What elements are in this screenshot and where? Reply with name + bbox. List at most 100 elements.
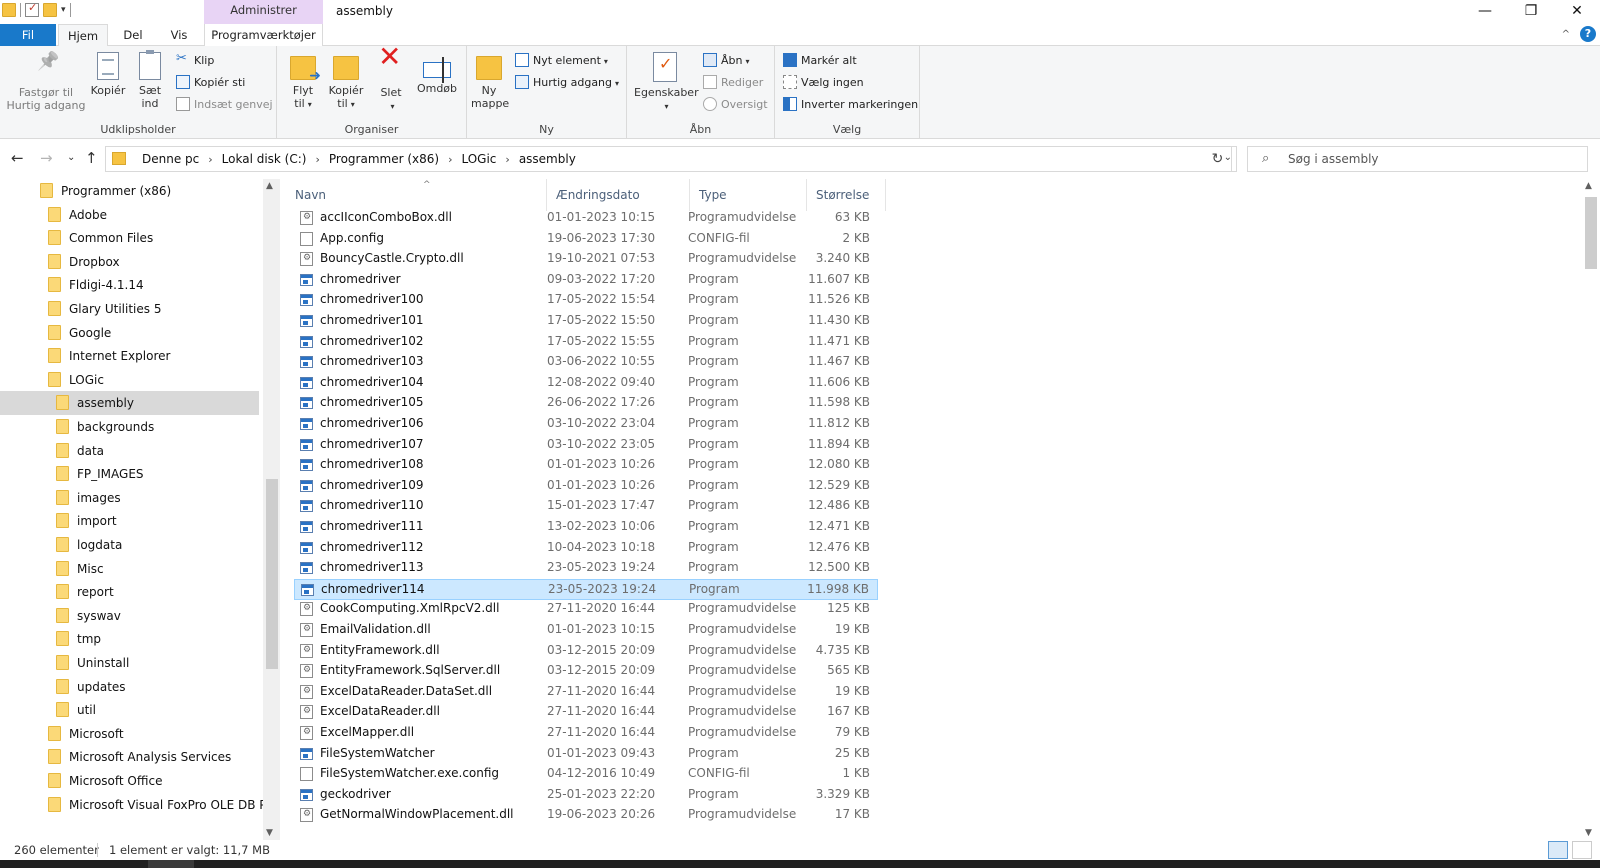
new-folder-icon[interactable] <box>43 3 57 17</box>
easy-access-button[interactable]: Hurtig adgang ▾ <box>515 74 619 92</box>
large-icons-view-icon[interactable] <box>1572 841 1592 859</box>
file-row[interactable]: chromedriver111 13-02-2023 10:06 Program 12… <box>294 517 878 538</box>
file-row[interactable]: FileSystemWatcher.exe.config 04-12-2016 1… <box>294 764 878 785</box>
select-all-button[interactable]: Markér alt <box>783 52 857 70</box>
collapse-ribbon-icon[interactable]: ^ <box>1562 29 1570 40</box>
address-bar[interactable]: Denne pc › Lokal disk (C:) › Programmer (x86… <box>105 146 1237 172</box>
forward-arrow-icon[interactable]: → <box>40 149 53 167</box>
properties-check-icon[interactable] <box>25 1 39 17</box>
file-row[interactable]: ExcelDataReader.DataSet.dll 27-11-2020 16… <box>294 682 878 703</box>
scroll-up-arrow-icon[interactable]: ▲ <box>1585 181 1592 191</box>
nav-item[interactable]: FP_IMAGES <box>56 462 144 486</box>
scroll-down-arrow-icon[interactable]: ▼ <box>1585 828 1592 838</box>
column-header-size[interactable]: Størrelse <box>807 179 886 211</box>
rename-button[interactable]: Omdøb <box>415 52 459 95</box>
cut-button[interactable]: Klip <box>176 50 214 70</box>
file-row[interactable]: chromedriver101 17-05-2022 15:50 Program 11… <box>294 311 878 332</box>
breadcrumb-separator-icon[interactable]: › <box>315 153 319 166</box>
nav-item[interactable]: tmp <box>56 627 101 651</box>
delete-button[interactable]: Slet ▾ <box>375 50 407 113</box>
breadcrumb-item[interactable]: Programmer (x86) <box>329 152 439 166</box>
breadcrumb-separator-icon[interactable]: › <box>505 153 509 166</box>
file-row[interactable]: chromedriver105 26-06-2022 17:26 Program 11… <box>294 393 878 414</box>
search-input[interactable] <box>1288 150 1578 168</box>
breadcrumb-item[interactable]: Denne pc <box>142 152 199 166</box>
file-row[interactable]: chromedriver112 10-04-2023 10:18 Program 12… <box>294 538 878 559</box>
file-row[interactable]: chromedriver 09-03-2022 17:20 Program 11.60… <box>294 270 878 291</box>
recent-locations-chevron-icon[interactable]: ⌄ <box>67 152 75 163</box>
back-arrow-icon[interactable]: ← <box>11 149 24 167</box>
file-row[interactable]: chromedriver106 03-10-2022 23:04 Program 11… <box>294 414 878 435</box>
file-row[interactable]: chromedriver100 17-05-2022 15:54 Program 11… <box>294 290 878 311</box>
nav-item[interactable]: syswav <box>56 604 121 628</box>
pin-quick-access-button[interactable]: Fastgør til Hurtig adgang <box>6 52 86 112</box>
select-none-button[interactable]: Vælg ingen <box>783 74 864 92</box>
nav-item[interactable]: updates <box>56 675 126 699</box>
nav-item[interactable]: logdata <box>56 533 122 557</box>
file-row[interactable]: chromedriver113 23-05-2023 19:24 Program 12… <box>294 558 878 579</box>
nav-item[interactable]: backgrounds <box>56 415 154 439</box>
new-folder-button[interactable]: Ny mappe <box>471 52 509 110</box>
file-row[interactable]: accIIconComboBox.dll 01-01-2023 10:15 Prog… <box>294 208 878 229</box>
file-row[interactable]: EntityFramework.SqlServer.dll 03-12-2015 … <box>294 661 878 682</box>
file-row[interactable]: chromedriver107 03-10-2022 23:05 Program 11… <box>294 435 878 456</box>
nav-item[interactable]: Programmer (x86) <box>40 179 171 203</box>
nav-item[interactable]: Fldigi-4.1.14 <box>48 273 144 297</box>
nav-item[interactable]: Microsoft <box>48 722 124 746</box>
history-button[interactable]: Oversigt <box>703 96 768 114</box>
invert-selection-button[interactable]: Inverter markeringen <box>783 96 918 114</box>
file-row[interactable]: chromedriver102 17-05-2022 15:55 Program 11… <box>294 332 878 353</box>
file-row[interactable]: chromedriver110 15-01-2023 17:47 Program 12… <box>294 496 878 517</box>
scroll-up-arrow-icon[interactable]: ▲ <box>266 181 273 191</box>
new-item-button[interactable]: Nyt element ▾ <box>515 52 608 70</box>
scrollbar-thumb[interactable] <box>1585 197 1597 269</box>
file-row[interactable]: chromedriver114 23-05-2023 19:24 Program 11… <box>294 578 878 600</box>
nav-item[interactable]: Glary Utilities 5 <box>48 297 161 321</box>
minimize-button[interactable]: — <box>1462 0 1508 22</box>
file-row[interactable]: GetNormalWindowPlacement.dll 19-06-2023 2… <box>294 805 878 826</box>
nav-item[interactable]: Common Files <box>48 226 153 250</box>
breadcrumb-item[interactable]: assembly <box>519 152 576 166</box>
nav-item[interactable]: images <box>56 486 121 510</box>
scrollbar-thumb[interactable] <box>266 479 278 669</box>
nav-item[interactable]: data <box>56 439 104 463</box>
scroll-down-arrow-icon[interactable]: ▼ <box>266 828 273 838</box>
breadcrumb-item[interactable]: LOGic <box>461 152 496 166</box>
details-view-icon[interactable] <box>1548 841 1568 859</box>
nav-item[interactable]: report <box>56 580 114 604</box>
file-row[interactable]: chromedriver103 03-06-2022 10:55 Program 11… <box>294 352 878 373</box>
file-row[interactable]: chromedriver108 01-01-2023 10:26 Program 12… <box>294 455 878 476</box>
close-button[interactable]: ✕ <box>1554 0 1600 22</box>
nav-item[interactable]: util <box>56 698 96 722</box>
file-row[interactable]: chromedriver109 01-01-2023 10:26 Program 12… <box>294 476 878 497</box>
nav-item[interactable]: LOGic <box>48 368 104 392</box>
breadcrumb-separator-icon[interactable]: › <box>208 153 212 166</box>
file-row[interactable]: ExcelMapper.dll 27-11-2020 16:44 Programud… <box>294 723 878 744</box>
tab-programvaerktojer[interactable]: Programværktøjer <box>204 24 323 46</box>
tab-hjem[interactable]: Hjem <box>58 24 108 47</box>
tab-vis[interactable]: Vis <box>165 24 193 46</box>
open-button[interactable]: Åbn ▾ <box>703 52 750 70</box>
nav-item[interactable]: Dropbox <box>48 250 120 274</box>
file-row[interactable]: EmailValidation.dll 01-01-2023 10:15 Progr… <box>294 620 878 641</box>
nav-item[interactable]: Uninstall <box>56 651 129 675</box>
nav-item[interactable]: assembly <box>0 391 259 416</box>
file-row[interactable]: geckodriver 25-01-2023 22:20 Program 3.329 … <box>294 785 878 806</box>
nav-item[interactable]: Microsoft Office <box>48 769 162 793</box>
refresh-icon[interactable]: ↻ <box>1204 146 1232 172</box>
tab-del[interactable]: Del <box>117 24 149 46</box>
breadcrumb-separator-icon[interactable]: › <box>448 153 452 166</box>
move-to-button[interactable]: Flyt til▾ <box>285 52 321 111</box>
folder-icon[interactable] <box>2 3 16 17</box>
nav-item[interactable]: Google <box>48 321 111 345</box>
copy-button[interactable]: Kopiér <box>88 52 128 97</box>
nav-item[interactable]: Misc <box>56 557 104 581</box>
tab-fil[interactable]: Fil <box>0 24 56 46</box>
taskbar-item[interactable] <box>148 860 194 868</box>
paste-button[interactable]: Sæt ind <box>134 50 166 110</box>
navigation-pane-scrollbar[interactable]: ▲ ▼ <box>263 179 280 840</box>
file-row[interactable]: FileSystemWatcher 01-01-2023 09:43 Program… <box>294 744 878 765</box>
column-header-type[interactable]: Type <box>690 179 807 211</box>
file-row[interactable]: EntityFramework.dll 03-12-2015 20:09 Progr… <box>294 641 878 662</box>
customize-toolbar-dropdown-icon[interactable]: ▾ <box>61 5 66 15</box>
